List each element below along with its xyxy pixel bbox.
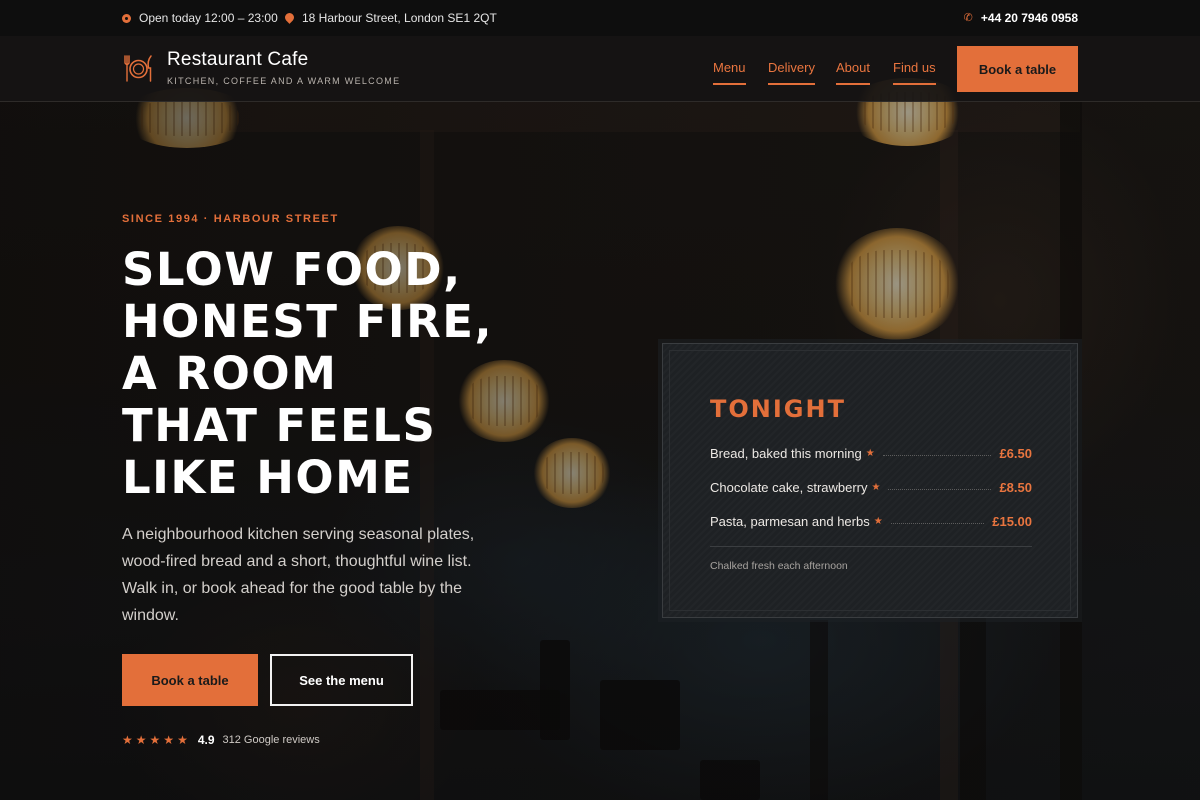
fork-plate-knife-icon[interactable] — [122, 52, 154, 84]
map-pin-icon — [285, 13, 294, 24]
tonight-note: Chalked fresh each afternoon — [710, 560, 848, 572]
review-count[interactable]: 312 Google reviews — [223, 734, 320, 746]
top-info-bar: Open today 12:00 – 23:00 18 Harbour Stre… — [0, 0, 1200, 36]
address-text: 18 Harbour Street, London SE1 2QT — [302, 11, 497, 25]
rating-summary: ★ ★ ★ ★ ★ 4.9 312 Google reviews — [122, 731, 320, 749]
clock-icon — [122, 13, 131, 23]
star-icon: ★ — [135, 733, 147, 747]
hero-lead: A neighbourhood kitchen serving seasonal… — [122, 526, 475, 624]
nav-item-menu[interactable]: Menu — [713, 60, 746, 85]
rating-score: 4.9 — [197, 733, 215, 747]
menu-item: Pasta, parmesan and herbs ★ £15.00 — [710, 511, 1032, 531]
nav-item-about[interactable]: About — [836, 60, 870, 85]
menu-item-price: £6.50 — [999, 445, 1032, 461]
menu-item-name: Bread, baked this morning — [710, 445, 862, 461]
opening-hours-text: Open today 12:00 – 23:00 — [139, 11, 278, 25]
star-icon: ★ — [177, 733, 188, 747]
dotted-leader — [888, 488, 992, 490]
headline-line: THAT FEELS — [122, 399, 437, 452]
menu-item-price: £8.50 — [999, 479, 1032, 495]
headline-line: A ROOM — [122, 347, 338, 400]
headline-line: SLOW FOOD, — [122, 243, 462, 296]
dotted-leader — [890, 522, 985, 524]
brand-tagline: KITCHEN, COFFEE AND A WARM WELCOME — [167, 76, 401, 86]
divider — [710, 546, 1032, 547]
dotted-leader — [882, 454, 992, 456]
tonight-menu-card: TONIGHT Bread, baked this morning ★ £6.5… — [662, 343, 1078, 618]
menu-item: Bread, baked this morning ★ £6.50 — [710, 443, 1032, 463]
menu-item-name: Pasta, parmesan and herbs — [710, 513, 870, 529]
hero-eyebrow: SINCE 1994 · HARBOUR STREET — [122, 213, 339, 225]
menu-item: Chocolate cake, strawberry ★ £8.50 — [710, 477, 1032, 497]
hero-headline: SLOW FOOD, HONEST FIRE, A ROOM THAT FEEL… — [122, 244, 542, 504]
menu-item-name: Chocolate cake, strawberry — [710, 479, 868, 495]
headline-line: LIKE HOME — [122, 451, 414, 504]
book-table-button[interactable]: Book a table — [122, 654, 258, 706]
star-icon: ★ — [163, 733, 175, 747]
see-menu-button[interactable]: See the menu — [270, 654, 413, 706]
star-icon: ★ — [149, 733, 161, 747]
tonight-title: TONIGHT — [710, 395, 846, 423]
star-icon: ★ — [871, 481, 881, 493]
headline-line: HONEST FIRE, — [122, 295, 494, 348]
star-rating: ★ ★ ★ ★ ★ — [122, 734, 188, 746]
phone-icon: ✆ — [963, 11, 973, 24]
opening-hours: Open today 12:00 – 23:00 — [122, 0, 278, 36]
nav-item-find-us[interactable]: Find us — [893, 60, 936, 85]
star-icon: ★ — [873, 515, 883, 527]
site-header: Restaurant Cafe KITCHEN, COFFEE AND A WA… — [0, 36, 1200, 102]
star-icon: ★ — [122, 733, 133, 747]
phone-link[interactable]: ✆ +44 20 7946 0958 — [964, 0, 1078, 36]
nav-item-delivery[interactable]: Delivery — [768, 60, 815, 85]
brand-name[interactable]: Restaurant Cafe — [167, 49, 308, 71]
book-table-header-button[interactable]: Book a table — [957, 46, 1078, 92]
star-icon: ★ — [865, 447, 875, 459]
menu-item-price: £15.00 — [992, 513, 1032, 529]
phone-number[interactable]: +44 20 7946 0958 — [981, 11, 1078, 25]
address: 18 Harbour Street, London SE1 2QT — [285, 0, 497, 36]
